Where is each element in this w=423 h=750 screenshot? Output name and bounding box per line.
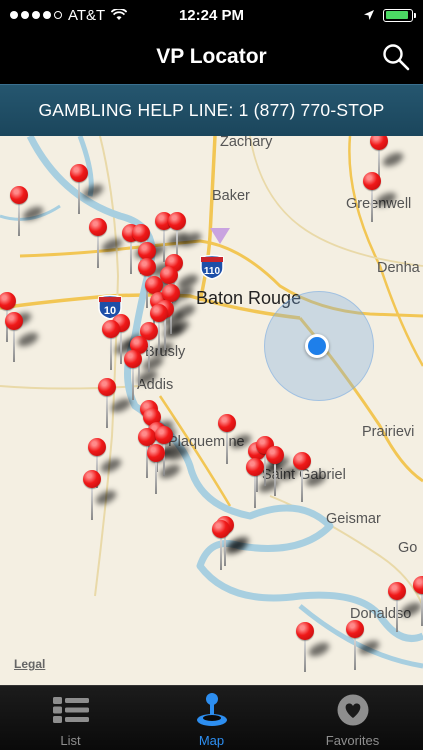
- venue-map-pin[interactable]: [10, 186, 46, 238]
- battery-level-fill: [385, 11, 408, 19]
- interstate-110-shield-icon: 110: [200, 254, 224, 280]
- venue-map-pin[interactable]: [296, 622, 332, 674]
- status-time: 12:24 PM: [178, 6, 245, 24]
- venue-map-pin[interactable]: [212, 520, 248, 572]
- gambling-helpline-banner[interactable]: GAMBLING HELP LINE: 1 (877) 770-STOP: [0, 84, 423, 136]
- map-base: [0, 136, 423, 669]
- search-icon[interactable]: [381, 42, 411, 72]
- venue-map-pin[interactable]: [83, 470, 119, 522]
- status-bar: AT&T 12:24 PM: [0, 0, 423, 30]
- page-title: VP Locator: [156, 45, 267, 68]
- venue-map-pin[interactable]: [363, 172, 399, 224]
- status-left: AT&T: [10, 7, 160, 24]
- airport-marker: [210, 228, 230, 244]
- tab-bar: List Map Favorites: [0, 685, 423, 750]
- tab-list-label: List: [60, 733, 81, 748]
- interstate-110-number: 110: [204, 266, 221, 277]
- status-right: [263, 8, 416, 22]
- tab-map[interactable]: Map: [141, 686, 282, 750]
- tab-map-label: Map: [198, 733, 225, 748]
- map-label-gonzales: Go: [398, 540, 418, 556]
- venue-map-pin[interactable]: [70, 164, 106, 216]
- list-icon: [51, 691, 91, 729]
- heart-icon: [333, 691, 373, 729]
- tab-list[interactable]: List: [0, 686, 141, 750]
- carrier-label: AT&T: [68, 6, 106, 24]
- map-label-denham: Denha: [377, 260, 420, 276]
- venue-map-pin[interactable]: [293, 452, 329, 504]
- venue-map-pin[interactable]: [218, 414, 254, 466]
- helpline-text: GAMBLING HELP LINE: 1 (877) 770-STOP: [38, 100, 385, 120]
- legal-link[interactable]: Legal: [14, 657, 45, 671]
- road: [0, 385, 141, 390]
- venue-map-pin[interactable]: [388, 582, 423, 634]
- location-arrow-icon: [364, 10, 374, 20]
- battery-icon: [383, 8, 416, 22]
- map-label-zachary: Zachary: [220, 136, 273, 150]
- venue-map-pin[interactable]: [102, 320, 138, 372]
- map-view[interactable]: Zachary Baker Greenwell Denha Baton Roug…: [0, 136, 423, 685]
- map-label-prairieville: Prairievi: [362, 424, 415, 440]
- tab-favorites[interactable]: Favorites: [282, 686, 423, 750]
- tab-favorites-label: Favorites: [325, 733, 380, 748]
- venue-map-pin[interactable]: [246, 458, 282, 510]
- wifi-icon: [111, 9, 128, 20]
- venue-map-pin[interactable]: [98, 378, 134, 430]
- user-location-dot[interactable]: [305, 334, 329, 358]
- venue-map-pin[interactable]: [89, 218, 125, 270]
- signal-strength-icon: [10, 11, 62, 19]
- map-label-baker: Baker: [212, 188, 250, 204]
- joystick-icon: [192, 691, 232, 729]
- venue-map-pin[interactable]: [346, 620, 382, 672]
- nav-bar: VP Locator: [0, 30, 423, 84]
- map-label-geismar: Geismar: [326, 511, 381, 527]
